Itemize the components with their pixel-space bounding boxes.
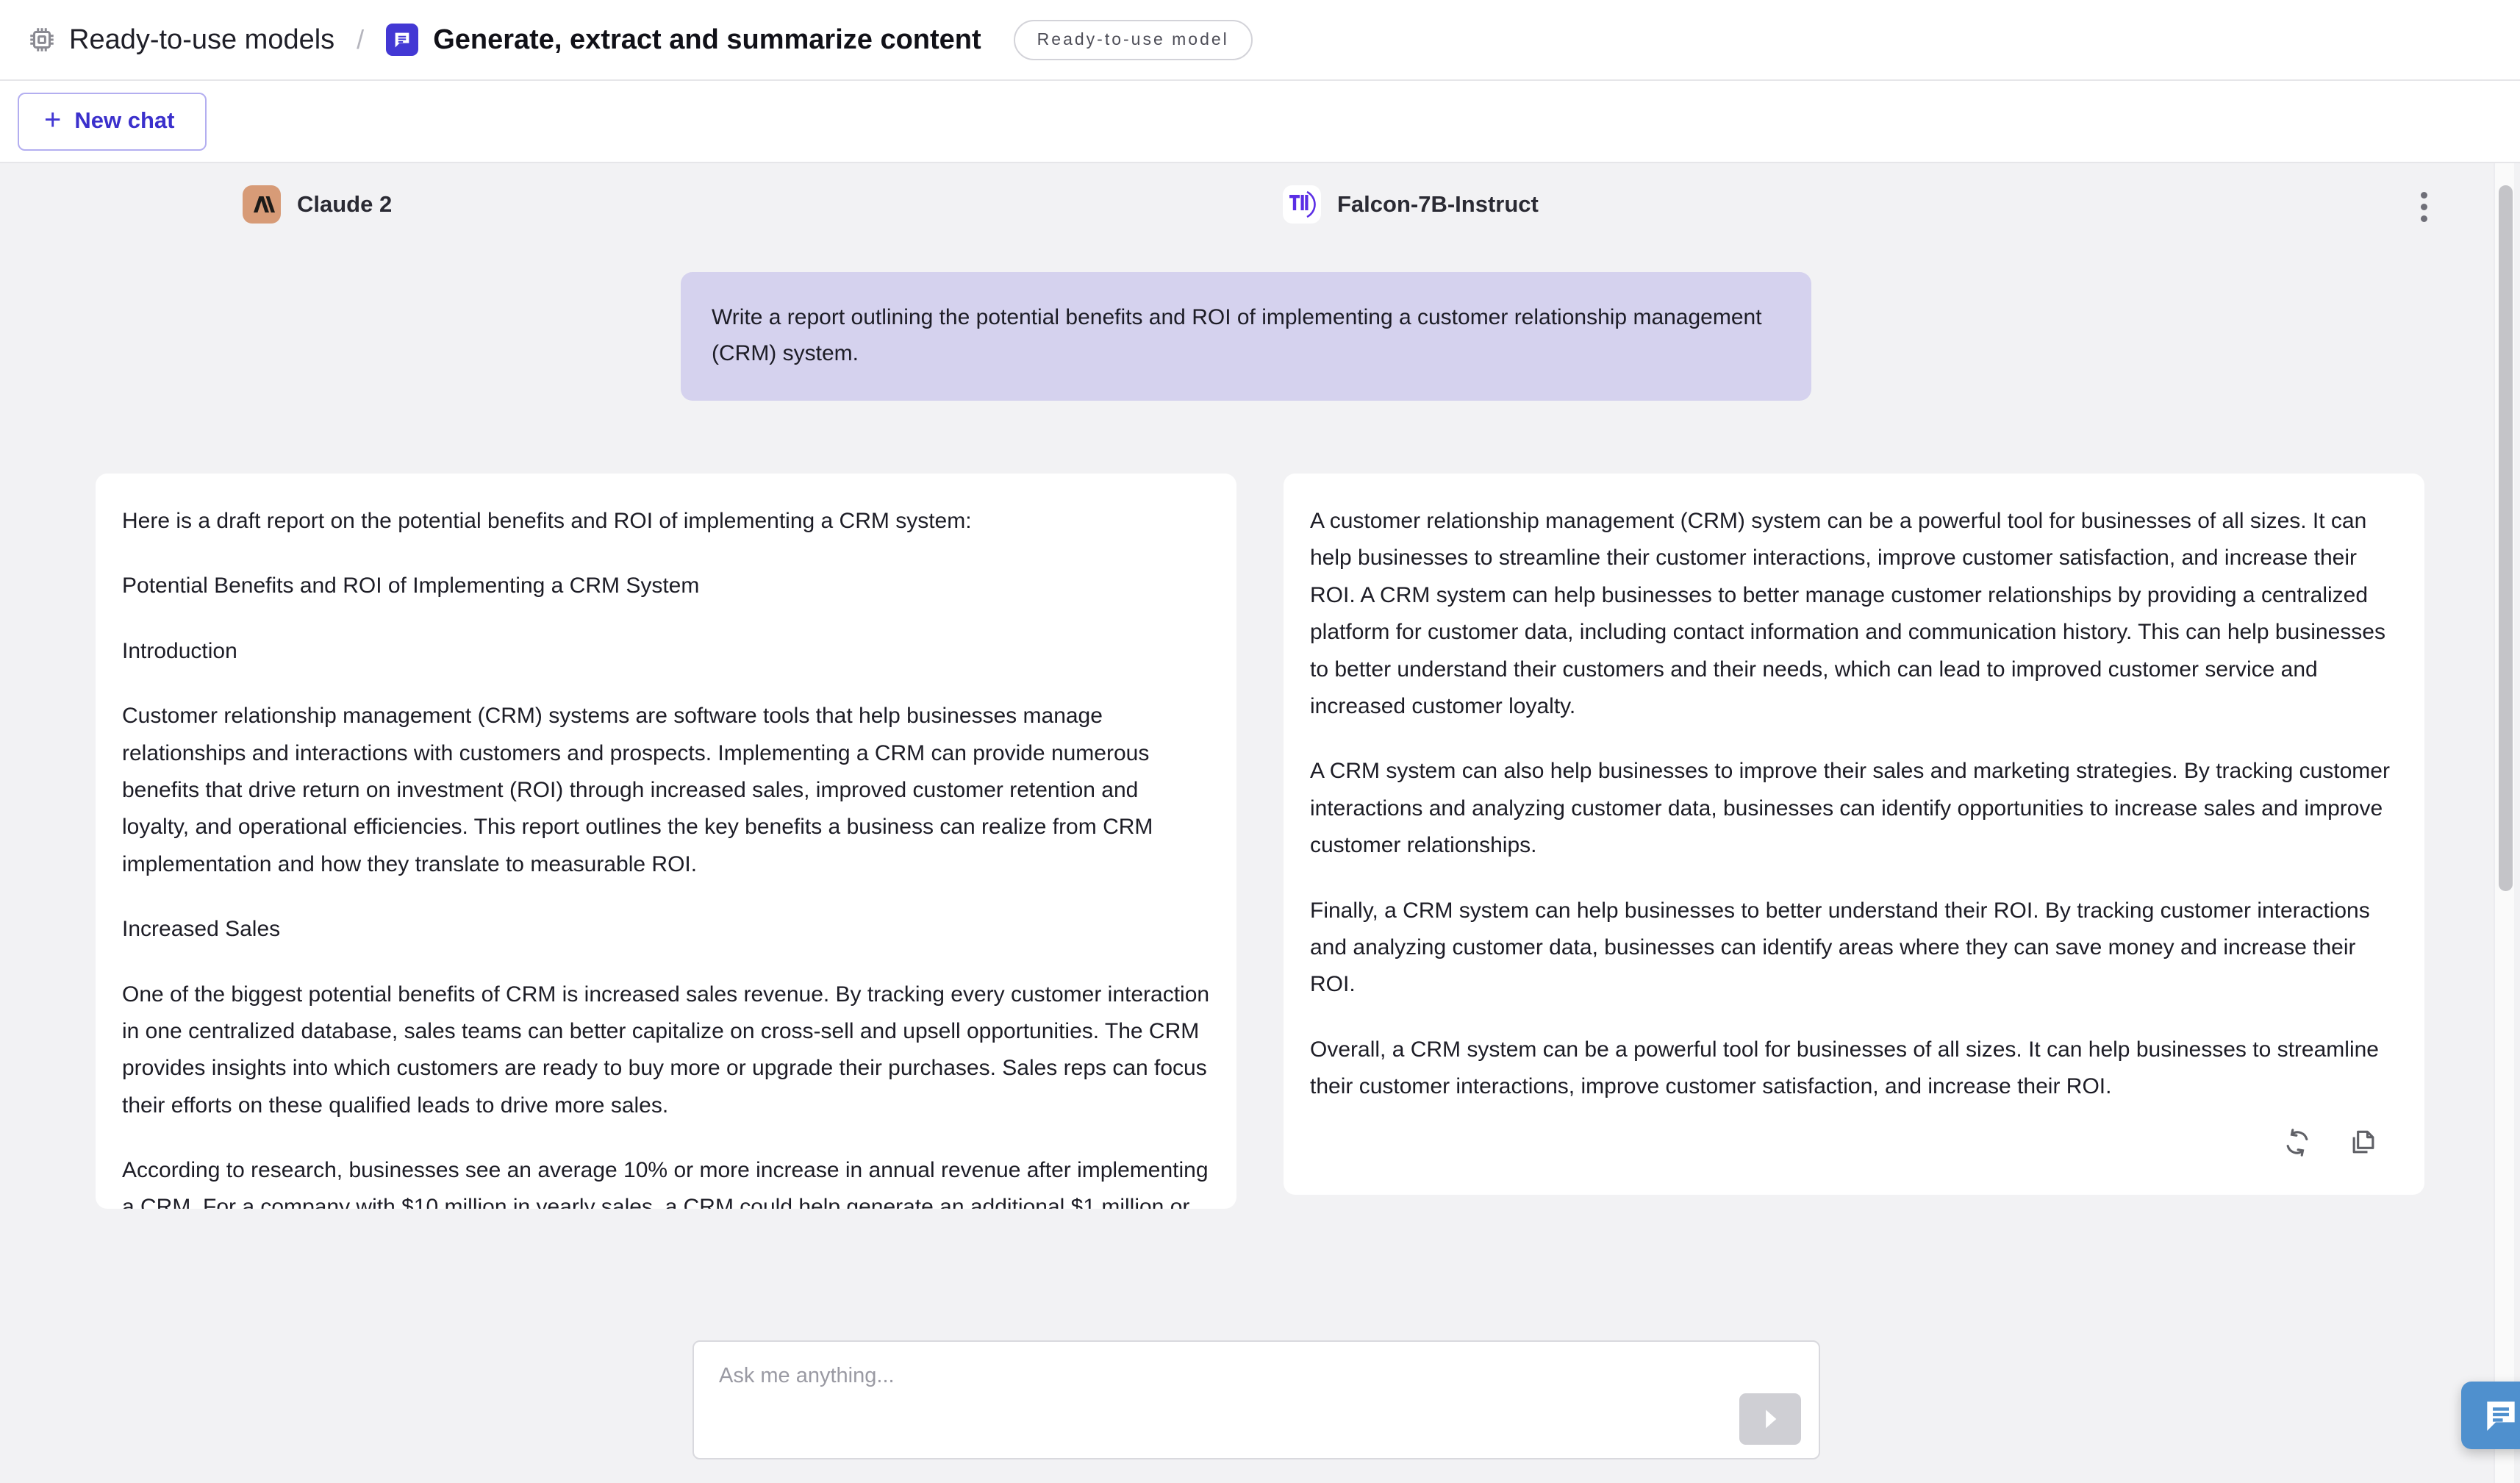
model-name-left: Claude 2 xyxy=(297,191,393,217)
kebab-dot xyxy=(2420,215,2427,222)
avatar xyxy=(243,185,281,224)
user-prompt-text: Write a report outlining the potential b… xyxy=(681,272,1811,401)
breadcrumb-bar: Ready-to-use models / Generate, extract … xyxy=(0,0,2520,81)
response-paragraph: Overall, a CRM system can be a powerful … xyxy=(1310,1037,2379,1099)
plus-icon: + xyxy=(44,103,62,136)
composer: Ask me anything... xyxy=(692,1340,1820,1459)
response-card-left: Here is a draft report on the potential … xyxy=(96,474,1236,1209)
breadcrumb: Ready-to-use models / Generate, extract … xyxy=(26,19,1253,60)
regenerate-icon[interactable] xyxy=(2279,1124,2316,1161)
model-name-right: Falcon-7B-Instruct xyxy=(1337,191,1539,217)
kebab-dot xyxy=(2420,191,2427,199)
response-actions xyxy=(1310,1105,2398,1182)
chat-document-icon xyxy=(386,24,419,56)
new-chat-button[interactable]: + New chat xyxy=(18,92,207,151)
response-paragraph: Increased Sales xyxy=(122,917,281,942)
response-paragraph: A customer relationship management (CRM)… xyxy=(1310,509,2385,718)
response-paragraph: Potential Benefits and ROI of Implementi… xyxy=(122,573,700,598)
page-title: Generate, extract and summarize content xyxy=(433,24,981,55)
status-badge: Ready-to-use model xyxy=(1013,19,1253,60)
breadcrumb-separator: / xyxy=(357,24,365,54)
response-card-right: A customer relationship management (CRM)… xyxy=(1284,474,2424,1196)
response-paragraph: A CRM system can also help businesses to… xyxy=(1310,759,2390,858)
send-button[interactable] xyxy=(1739,1393,1801,1445)
scrollbar-thumb[interactable] xyxy=(2499,185,2513,891)
message-input[interactable]: Ask me anything... xyxy=(692,1340,1820,1459)
response-paragraph: One of the biggest potential benefits of… xyxy=(122,982,1210,1118)
conversation-stage: Claude 2 Falcon-7B-Instruct Write a repo… xyxy=(0,163,2520,1483)
breadcrumb-parent-link[interactable]: Ready-to-use models xyxy=(69,24,334,56)
model-header-right: Falcon-7B-Instruct xyxy=(1283,185,1539,224)
model-header-left: Claude 2 xyxy=(243,185,392,224)
new-chat-label: New chat xyxy=(74,107,175,133)
chip-icon xyxy=(26,24,57,55)
response-columns: Here is a draft report on the potential … xyxy=(0,474,2520,1209)
action-bar: + New chat xyxy=(0,81,2520,163)
vertical-scrollbar[interactable] xyxy=(2494,163,2514,1483)
response-paragraph: According to research, businesses see an… xyxy=(122,1158,1209,1209)
response-paragraph: Here is a draft report on the potential … xyxy=(122,509,972,533)
kebab-menu-icon[interactable] xyxy=(2407,190,2441,224)
copy-icon[interactable] xyxy=(2345,1124,2382,1161)
response-paragraph: Introduction xyxy=(122,638,237,663)
kebab-dot xyxy=(2420,203,2427,210)
message-placeholder: Ask me anything... xyxy=(719,1364,895,1387)
support-chat-icon[interactable] xyxy=(2461,1382,2520,1449)
user-prompt: Write a report outlining the potential b… xyxy=(681,272,1811,401)
response-paragraph: Finally, a CRM system can help businesse… xyxy=(1310,898,2370,997)
avatar xyxy=(1283,185,1321,224)
response-paragraph: Customer relationship management (CRM) s… xyxy=(122,704,1153,876)
